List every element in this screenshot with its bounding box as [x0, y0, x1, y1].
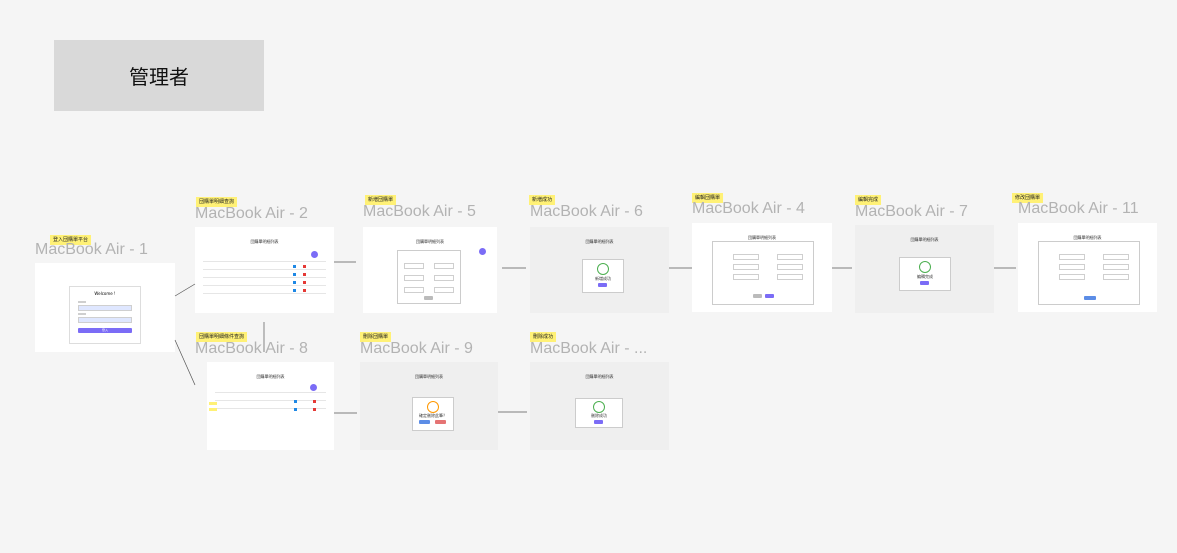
- flow-connectors: [174, 261, 1016, 414]
- flow-arrow: [174, 283, 196, 297]
- flow-arrow: [174, 339, 196, 386]
